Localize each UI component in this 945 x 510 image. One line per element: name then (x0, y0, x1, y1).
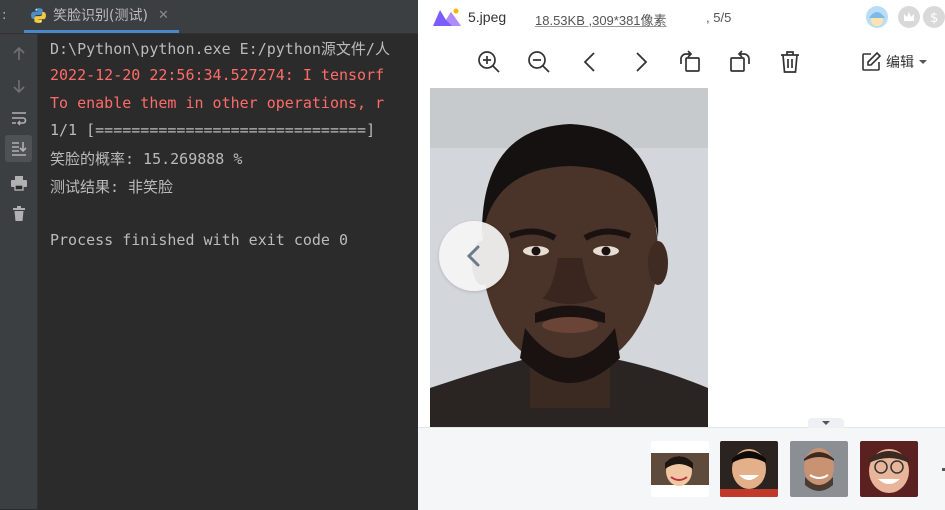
console-line-exit: Process finished with exit code 0 (50, 231, 349, 249)
crown-icon[interactable] (898, 6, 920, 28)
chevron-left-icon (466, 245, 480, 267)
app-logo-icon (433, 8, 461, 26)
chevron-down-icon[interactable] (918, 58, 928, 66)
rotate-right-icon[interactable] (727, 49, 753, 75)
zoom-out-icon[interactable] (526, 49, 552, 75)
ide-run-panel: : 笑脸识别(测试) ✕ D:\Python\python.exe E:/pyt… (0, 0, 418, 509)
python-icon (31, 7, 46, 23)
next-icon[interactable] (628, 49, 654, 75)
down-arrow-icon[interactable] (5, 72, 32, 99)
run-tabbar: : 笑脸识别(测试) ✕ (0, 0, 418, 34)
prev-icon[interactable] (577, 49, 603, 75)
soft-wrap-icon[interactable] (5, 104, 32, 131)
thumbnail-1[interactable] (651, 441, 709, 497)
scroll-to-end-icon[interactable] (5, 135, 32, 162)
viewer-toolbar: 编辑 (418, 44, 945, 80)
previous-image-button[interactable] (439, 221, 509, 291)
image-meta[interactable]: 18.53KB ,309*381像素 (535, 10, 667, 29)
thumbnail-3[interactable] (790, 441, 848, 497)
print-icon[interactable] (5, 169, 32, 196)
console-line-probability: 笑脸的概率: 15.269888 % (50, 150, 243, 168)
edit-label: 编辑 (886, 55, 914, 71)
console-line-warning: 2022-12-20 22:56:34.527274: I tensorf (50, 66, 385, 84)
up-arrow-icon[interactable] (5, 40, 32, 67)
console-line-command: D:\Python\python.exe E:/python源文件/人 (50, 40, 390, 58)
svg-text:$: $ (930, 11, 938, 26)
console-line-result: 测试结果: 非笑脸 (50, 178, 174, 196)
console-toolbar (0, 34, 38, 509)
run-tab-label: 笑脸识别(测试) (53, 8, 148, 24)
zoom-in-icon[interactable] (476, 49, 502, 75)
delete-icon[interactable] (777, 49, 803, 75)
image-filename: 5.jpeg (468, 9, 507, 25)
console-output[interactable]: D:\Python\python.exe E:/python源文件/人 2022… (50, 36, 418, 506)
thumbnail-4[interactable] (860, 441, 918, 497)
thumbnail-strip (418, 418, 945, 510)
thumbnail-2[interactable] (720, 441, 778, 497)
run-tab[interactable]: 笑脸识别(测试) ✕ (24, 0, 179, 33)
tabbar-colon: : (2, 8, 7, 23)
edit-icon (862, 51, 882, 71)
console-line-progress: 1/1 [==============================] (50, 121, 376, 139)
avatar[interactable] (866, 6, 888, 28)
collapse-toggle[interactable] (808, 418, 844, 428)
close-icon[interactable]: ✕ (158, 8, 169, 23)
rotate-left-icon[interactable] (677, 49, 703, 75)
viewer-header: 5.jpeg 18.53KB ,309*381像素 , 5/5 $ (418, 0, 945, 36)
dollar-icon[interactable]: $ (923, 6, 945, 28)
image-viewer: 5.jpeg 18.53KB ,309*381像素 , 5/5 $ 编辑 (418, 0, 945, 510)
image-counter: , 5/5 (706, 10, 732, 25)
console-line-warning: To enable them in other operations, r (50, 94, 385, 112)
edit-button[interactable]: 编辑 (860, 51, 928, 73)
trash-icon[interactable] (5, 200, 32, 227)
chevron-down-icon (822, 421, 830, 425)
